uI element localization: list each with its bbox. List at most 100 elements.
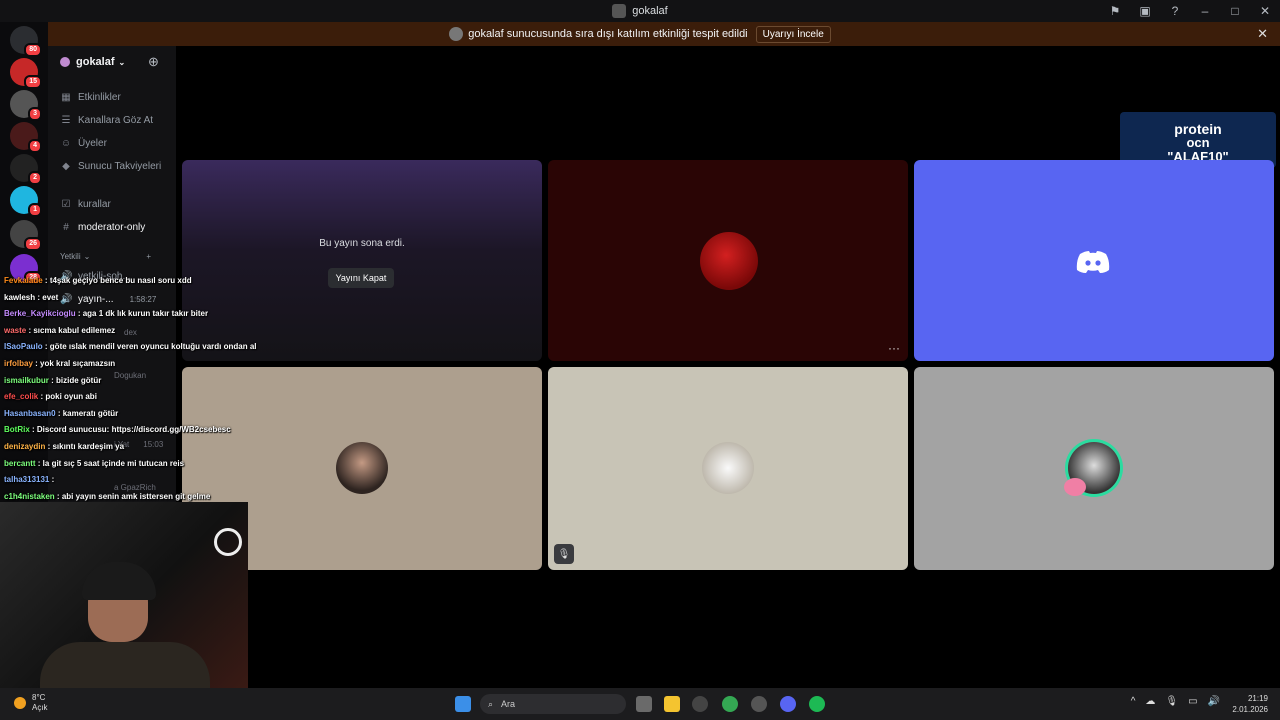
chat-line: denizaydin : sıkıntı kardeşim ya — [4, 441, 125, 451]
chat-message: poki oyun abi — [45, 392, 97, 402]
search-placeholder: Ara — [501, 699, 516, 709]
chat-line: Fevkalade : t4şak geçiyo bence bu nasıl … — [4, 276, 192, 285]
sidebar-item-label: Üyeler — [78, 138, 107, 149]
server-icon[interactable]: 4 — [10, 122, 42, 153]
inbox-icon[interactable]: ⚑ — [1100, 4, 1130, 18]
screen-icon[interactable]: ▣ — [1130, 4, 1160, 18]
badge: 2 — [28, 171, 42, 185]
chat-line: ISaoPaulo : göte ıslak mendil veren oyun… — [4, 342, 257, 352]
server-icon[interactable]: 26 — [10, 220, 42, 251]
chat-user: Fevkalade — [4, 276, 43, 285]
help-icon[interactable]: ? — [1160, 4, 1190, 18]
chat-line: waste : sıcma kabul edilemez — [4, 325, 116, 335]
chat-user: Hasanbasan0 — [4, 408, 56, 418]
decoration-icon — [1064, 478, 1086, 496]
chat-line: BotRix : Discord sunucusu: https://disco… — [4, 425, 231, 435]
app-icon[interactable] — [692, 696, 708, 712]
chat-line: talha313131 : — [4, 475, 55, 485]
avatar — [702, 442, 754, 494]
server-icon[interactable]: 1 — [10, 186, 42, 217]
chat-user: waste — [4, 325, 27, 335]
chat-user: bercantt — [4, 458, 36, 468]
task-view-icon[interactable] — [636, 696, 652, 712]
minimize-button[interactable]: – — [1190, 4, 1220, 18]
search-box[interactable]: ⌕ Ara — [480, 694, 626, 714]
close-icon[interactable]: ✕ — [1257, 26, 1268, 42]
mic-icon[interactable]: 🎙 — [1165, 696, 1178, 707]
more-icon[interactable]: ··· — [888, 341, 900, 355]
user-tile[interactable]: ··· — [548, 160, 908, 361]
chat-user: irfolbay — [4, 358, 33, 368]
discord-icon[interactable] — [780, 696, 796, 712]
promo-line: protein — [1174, 121, 1222, 137]
server-icon — [60, 57, 70, 67]
avatar — [336, 442, 388, 494]
titlebar-controls: ⚑ ▣ ? – □ ✕ — [1100, 0, 1280, 22]
gmail-server-icon[interactable]: 15 — [10, 58, 42, 89]
review-warning-button[interactable]: Uyarıyı İncele — [755, 25, 831, 43]
spotify-icon[interactable] — [809, 696, 825, 712]
clock[interactable]: 21:19 2.01.2026 — [1232, 693, 1268, 715]
chat-user: Berke_Kayikcioglu — [4, 309, 76, 319]
close-window-button[interactable]: ✕ — [1250, 4, 1280, 18]
chat-line: ismailkubur : bizide götür — [4, 375, 102, 385]
chat-message: abi yayın senin amk isttersen git gelme — [61, 491, 211, 501]
search-icon: ⌕ — [488, 698, 494, 709]
chrome-icon[interactable] — [722, 696, 738, 712]
person-headphones — [82, 562, 156, 600]
server-name-header[interactable]: gokalaf ⌄ — [60, 56, 125, 68]
start-icon[interactable] — [455, 696, 471, 712]
volume-icon[interactable]: 🔊 — [1208, 696, 1220, 707]
rules-icon: ☑ — [61, 199, 71, 210]
channel-moderator-only[interactable]: # moderator-only — [60, 222, 145, 233]
sidebar-item-events[interactable]: ▦ Etkinlikler — [60, 92, 121, 103]
chat-line: bercantt : la git sıç 5 saat içinde mi t… — [4, 458, 185, 468]
banner-text: gokalaf sunucusunda sıra dışı katılım et… — [468, 28, 748, 40]
category-yetkili[interactable]: Yetkili ⌄ + — [60, 252, 151, 261]
channel-kurallar[interactable]: ☑ kurallar — [60, 199, 111, 210]
chat-message: t4şak geçiyo bence bu nasıl soru xdd — [49, 276, 192, 285]
badge: 80 — [24, 43, 42, 57]
user-tile[interactable] — [914, 160, 1274, 361]
server-avatar-icon — [449, 27, 464, 41]
channel-label: moderator-only — [78, 222, 146, 233]
avatar — [700, 232, 758, 290]
onedrive-icon[interactable]: ☁ — [1145, 696, 1155, 707]
invite-icon[interactable]: ⊕ — [148, 54, 159, 70]
chat-line: Hasanbasan0 : kameratı götür — [4, 408, 119, 418]
display-icon[interactable]: ▭ — [1188, 696, 1197, 707]
chat-message: sıkıntı kardeşim ya — [52, 441, 125, 451]
weather-widget[interactable]: 8°C Açık — [14, 693, 48, 713]
chatgpt-icon[interactable] — [751, 696, 767, 712]
boost-icon: ◆ — [62, 161, 70, 172]
ring-light-icon — [214, 528, 242, 556]
stream-ended-text: Bu yayın sona erdi. — [319, 238, 405, 249]
badge: 15 — [24, 75, 42, 89]
badge: 3 — [28, 107, 42, 121]
chat-message: Discord sunucusu: https://discord.gg/WB2… — [36, 425, 231, 435]
discord-home-icon[interactable]: 80 — [10, 26, 42, 57]
user-tile[interactable]: 🎙 — [548, 367, 908, 570]
system-tray: ^ ☁ 🎙 ▭ 🔊 — [1131, 696, 1220, 707]
browse-icon: ☰ — [61, 115, 71, 126]
sidebar-item-boosts[interactable]: ◆ Sunucu Takviyeleri — [60, 161, 161, 172]
chat-message: la git sıç 5 saat içinde mi tutucan reis — [42, 458, 185, 468]
maximize-button[interactable]: □ — [1220, 4, 1250, 18]
stage-area: protein ocn "ALAF10" Bu yayın sona erdi.… — [176, 46, 1280, 688]
chat-message: bizide götür — [56, 375, 102, 385]
chat-user: kawlesh — [4, 292, 36, 302]
eye-server-icon[interactable]: 2 — [10, 154, 42, 185]
sidebar-item-browse[interactable]: ☰ Kanallara Göz At — [60, 115, 154, 126]
sidebar-item-members[interactable]: ☺ Üyeler — [60, 138, 107, 149]
server-icon[interactable]: 3 — [10, 90, 42, 121]
file-explorer-icon[interactable] — [664, 696, 680, 712]
chevron-up-icon[interactable]: ^ — [1131, 696, 1136, 707]
close-stream-button[interactable]: Yayını Kapat — [328, 268, 394, 288]
chat-user: efe_colik — [4, 392, 39, 402]
add-channel-icon[interactable]: + — [146, 252, 151, 261]
chat-line: kawlesh : evet — [4, 292, 59, 302]
chat-line: irfolbay : yok kral sıçamazsın — [4, 358, 116, 368]
user-tile[interactable] — [914, 367, 1274, 570]
chat-message: yok kral sıçamazsın — [40, 358, 116, 368]
chat-message: kameratı götür — [62, 408, 119, 418]
